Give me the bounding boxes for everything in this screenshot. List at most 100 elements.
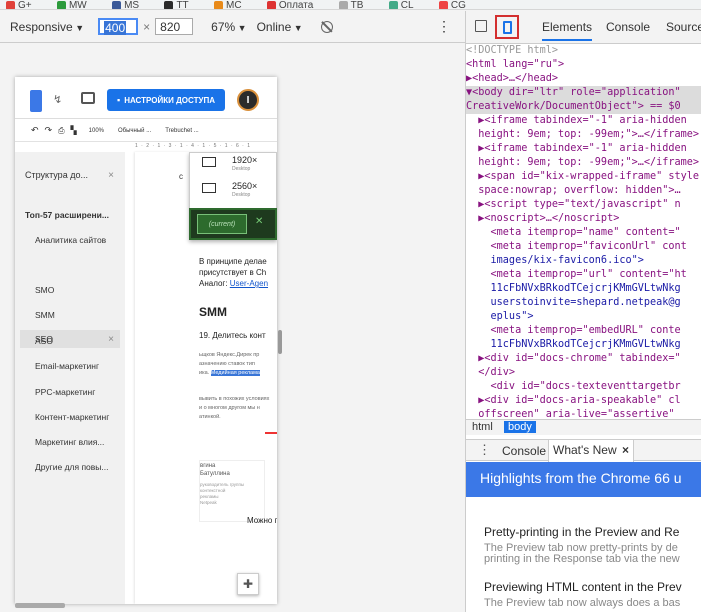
user-agent-link[interactable]: User-Agen bbox=[230, 279, 268, 288]
dom-node[interactable]: ▶<head>…</head> bbox=[466, 72, 701, 86]
bookmark[interactable]: G+ bbox=[18, 0, 32, 9]
more-options-icon[interactable]: ⋮ bbox=[437, 18, 451, 35]
author-company: Netpeak bbox=[200, 500, 217, 505]
current-button[interactable]: (current) bbox=[197, 214, 247, 234]
image-text-part: ика. bbox=[199, 370, 211, 376]
drawer-tab-whatsnew[interactable]: What's New × bbox=[548, 440, 634, 462]
close-icon[interactable]: × bbox=[108, 334, 114, 345]
tab-console[interactable]: Console bbox=[606, 20, 650, 34]
dom-node[interactable]: space:nowrap; overflow: hidden">… bbox=[466, 184, 701, 198]
bookmark[interactable]: CG bbox=[451, 0, 466, 9]
zoom-select[interactable]: 67% bbox=[211, 20, 246, 34]
paint-format-icon[interactable]: ▚ bbox=[71, 126, 77, 135]
tab-elements[interactable]: Elements bbox=[542, 20, 593, 41]
monitor-icon bbox=[202, 183, 216, 193]
feature-title[interactable]: Pretty-printing in the Preview and Re bbox=[484, 525, 679, 539]
horizontal-scrollbar[interactable] bbox=[15, 603, 65, 608]
inspect-element-icon[interactable] bbox=[475, 20, 487, 32]
dom-node[interactable]: <meta itemprop="faviconUrl" cont bbox=[466, 240, 701, 254]
height-input[interactable]: 820 bbox=[155, 18, 194, 35]
bookmark[interactable]: MW bbox=[69, 0, 87, 9]
bookmark[interactable]: TB bbox=[351, 0, 364, 9]
outline-item[interactable]: PPC-маркетинг bbox=[35, 387, 95, 397]
print-icon[interactable]: ⎙ bbox=[58, 126, 64, 136]
dom-node[interactable]: <!DOCTYPE html> bbox=[466, 44, 701, 58]
outline-item[interactable]: Контент-маркетинг bbox=[35, 412, 109, 422]
dom-node[interactable]: images/kix-favicon6.ico"> bbox=[466, 254, 701, 268]
rotate-icon[interactable] bbox=[320, 20, 333, 33]
dom-node[interactable]: userstoinvite=shepard.netpeak@g bbox=[466, 296, 701, 310]
resolution-type: Desktop bbox=[232, 192, 251, 198]
outline-item[interactable]: Топ-57 расширени... bbox=[25, 210, 109, 220]
outline-item[interactable]: Email-маркетинг bbox=[35, 361, 99, 371]
width-input[interactable]: 400 bbox=[98, 18, 139, 35]
outline-item[interactable]: SMO bbox=[35, 285, 54, 295]
redo-icon[interactable]: ↷ bbox=[45, 125, 53, 136]
undo-icon[interactable]: ↶ bbox=[31, 125, 39, 136]
avatar[interactable]: I bbox=[237, 89, 259, 111]
whatsnew-content: Pretty-printing in the Preview and Re Th… bbox=[466, 497, 701, 612]
add-comment-icon[interactable]: ✚ bbox=[237, 573, 259, 595]
bookmark[interactable]: MS bbox=[124, 0, 139, 9]
zoom-select[interactable]: 100% bbox=[89, 128, 104, 134]
breadcrumb-body[interactable]: body bbox=[504, 421, 536, 433]
monitor-icon bbox=[202, 157, 216, 167]
bookmark[interactable]: Оплата bbox=[279, 0, 313, 9]
close-icon[interactable]: × bbox=[108, 170, 114, 181]
comments-icon[interactable] bbox=[81, 92, 95, 104]
resolution-option[interactable]: 2560× bbox=[232, 181, 257, 191]
bookmark[interactable]: MC bbox=[226, 0, 242, 9]
style-select[interactable]: Обычный ... bbox=[118, 128, 151, 134]
dom-node[interactable]: ▶<div id="docs-chrome" tabindex=" bbox=[466, 352, 701, 366]
comment-history-icon[interactable]: ↯ bbox=[53, 93, 67, 107]
dom-node[interactable]: <meta itemprop="url" content="ht bbox=[466, 268, 701, 282]
dom-node[interactable]: ▶<iframe tabindex="-1" aria-hidden bbox=[466, 142, 701, 156]
bookmark-icon bbox=[338, 1, 348, 9]
dom-node[interactable]: <meta itemprop="name" content=" bbox=[466, 226, 701, 240]
device-toolbar: Responsive 400 × 820 67% Online ⋮ bbox=[0, 11, 465, 43]
outline-item[interactable]: Маркетинг влия... bbox=[35, 437, 104, 447]
outline-item[interactable]: SMM bbox=[35, 310, 55, 320]
device-select[interactable]: Responsive bbox=[10, 20, 84, 34]
tab-sources[interactable]: Sources bbox=[666, 20, 701, 34]
bookmark[interactable]: TT bbox=[176, 0, 188, 9]
menu-button[interactable] bbox=[30, 90, 42, 112]
dom-node[interactable]: 11cFbNVxBRkodTCejcrjKMmGVLtwNkg bbox=[466, 282, 701, 296]
dom-node[interactable]: offscreen" aria-live="assertive" bbox=[466, 408, 701, 419]
drawer-menu-icon[interactable]: ⋮ bbox=[478, 442, 491, 458]
resolution-option[interactable]: 1920× bbox=[232, 155, 257, 165]
dom-node-selected[interactable]: ▼<body dir="ltr" role="application" bbox=[466, 86, 701, 100]
dom-node[interactable]: ▶<noscript>…</noscript> bbox=[466, 212, 701, 226]
dom-node[interactable]: ▶<iframe tabindex="-1" aria-hidden bbox=[466, 114, 701, 128]
dom-node[interactable]: height: 9em; top: -99em;">…</iframe> bbox=[466, 128, 701, 142]
dom-node[interactable]: <meta itemprop="embedURL" conte bbox=[466, 324, 701, 338]
dom-node[interactable]: ▶<span id="kix-wrapped-iframe" style bbox=[466, 170, 701, 184]
dom-node[interactable]: <div id="docs-texteventtargetbr bbox=[466, 380, 701, 394]
ruler: 1 · 2 · 1 · 3 · 1 · 4 · 1 · 5 · 1 · 6 · … bbox=[135, 143, 252, 149]
dom-node[interactable]: height: 9em; top: -99em;">…</iframe> bbox=[466, 156, 701, 170]
close-icon[interactable]: × bbox=[622, 443, 629, 457]
font-select[interactable]: Trebuchet ... bbox=[165, 128, 198, 134]
drawer-tab-console[interactable]: Console bbox=[502, 444, 546, 458]
bookmark[interactable]: CL bbox=[401, 0, 414, 9]
red-divider bbox=[265, 432, 277, 434]
dom-node[interactable]: <html lang="ru"> bbox=[466, 58, 701, 72]
dom-node[interactable]: ▶<script type="text/javascript" n bbox=[466, 198, 701, 212]
close-icon[interactable]: ✕ bbox=[255, 216, 263, 227]
share-button[interactable]: ▪ НАСТРОЙКИ ДОСТУПА bbox=[107, 89, 225, 111]
dom-node[interactable]: eplus"> bbox=[466, 310, 701, 324]
outline-item[interactable]: Другие для повы... bbox=[35, 462, 109, 472]
viewport-resize-handle[interactable] bbox=[278, 330, 282, 354]
throttle-select[interactable]: Online bbox=[257, 20, 303, 34]
dom-node-selected[interactable]: CreativeWork/DocumentObject"> == $0 bbox=[466, 100, 701, 114]
outline-title: Структура до... bbox=[25, 170, 88, 180]
dom-node[interactable]: </div> bbox=[466, 366, 701, 380]
dom-node[interactable]: ▶<div id="docs-aria-speakable" cl bbox=[466, 394, 701, 408]
outline-item[interactable]: ASO bbox=[35, 336, 53, 346]
device-toolbar-toggle[interactable] bbox=[495, 15, 519, 39]
times-sign: × bbox=[143, 19, 151, 34]
breadcrumb-html[interactable]: html bbox=[472, 421, 493, 433]
outline-item[interactable]: Аналитика сайтов bbox=[35, 235, 106, 245]
feature-title[interactable]: Previewing HTML content in the Prev bbox=[484, 580, 682, 594]
dom-node[interactable]: 11cFbNVxBRkodTCejcrjKMmGVLtwNkg bbox=[466, 338, 701, 352]
